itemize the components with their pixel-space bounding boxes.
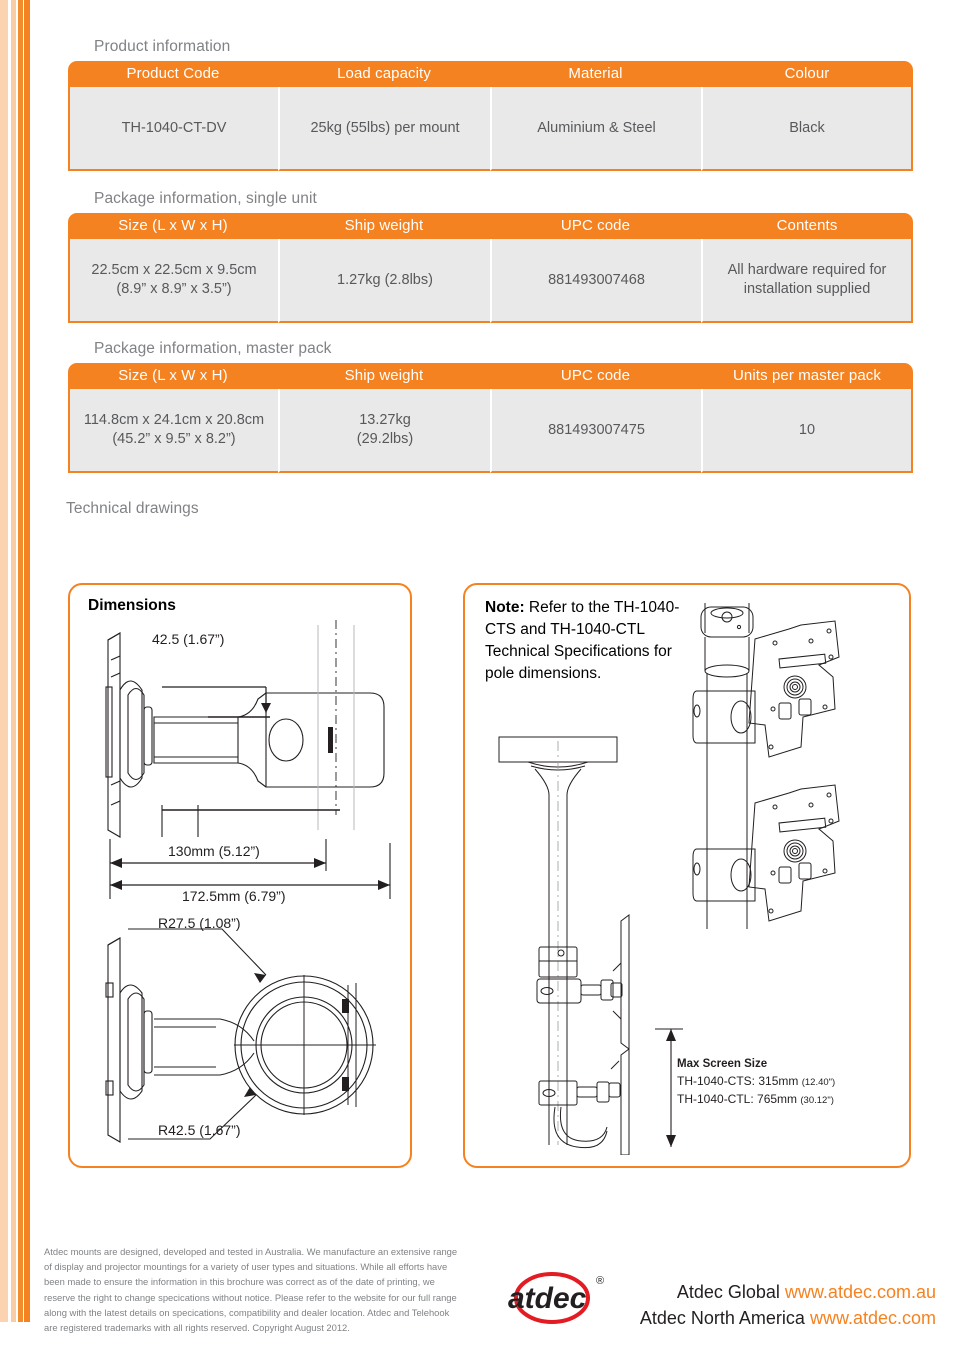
column-header-product-code: Product Code [68, 61, 278, 87]
note-panel: Note: Refer to the TH-1040-CTS and TH-10… [463, 583, 911, 1168]
column-header-upc-code: UPC code [490, 363, 701, 389]
max-screen-ctl-inches: (30.12") [800, 1095, 834, 1106]
cell-ship-weight: 13.27kg (29.2lbs) [278, 389, 490, 473]
package-single-table: Size (L x W x H) Ship weight UPC code Co… [68, 213, 913, 323]
technical-drawings-label: Technical drawings [66, 500, 199, 517]
max-screen-size-line-cts: TH-1040-CTS: 315mm (12.40") [677, 1074, 835, 1088]
product-information-table: Product Code Load capacity Material Colo… [68, 61, 913, 171]
contact-line-north-america: Atdec North America www.atdec.com [560, 1306, 936, 1332]
cell-upc-code: 881493007475 [490, 389, 701, 473]
column-header-upc-code: UPC code [490, 213, 701, 239]
cell-colour: Black [701, 87, 913, 171]
column-header-ship-weight: Ship weight [278, 213, 490, 239]
contact-url-global[interactable]: www.atdec.com.au [785, 1282, 936, 1302]
product-information-label: Product information [94, 38, 231, 55]
note-prefix: Note: [485, 599, 525, 616]
table-row: TH-1040-CT-DV 25kg (55lbs) per mount Alu… [68, 87, 913, 171]
cell-size: 22.5cm x 22.5cm x 9.5cm (8.9” x 8.9” x 3… [68, 239, 278, 323]
cell-upc-code: 881493007468 [490, 239, 701, 323]
dimension-label-radius-inner: R27.5 (1.08”) [158, 915, 241, 931]
vesa-bracket-illustration [692, 603, 840, 929]
max-screen-size-line-ctl: TH-1040-CTL: 765mm (30.12") [677, 1092, 835, 1106]
contact-lines: Atdec Global www.atdec.com.au Atdec Nort… [560, 1280, 936, 1331]
dimensions-panel: Dimensions 42.5 (1.67”) 130mm (5.12”) 17… [68, 583, 412, 1168]
table-header-row: Size (L x W x H) Ship weight UPC code Co… [68, 213, 913, 239]
dimension-label-height-offset: 42.5 (1.67”) [152, 631, 225, 647]
table-header-row: Size (L x W x H) Ship weight UPC code Un… [68, 363, 913, 389]
contact-url-north-america[interactable]: www.atdec.com [810, 1308, 936, 1328]
column-header-units-per-master-pack: Units per master pack [701, 363, 913, 389]
max-screen-cts-inches: (12.40") [801, 1077, 836, 1088]
cell-contents: All hardware required for installation s… [701, 239, 913, 323]
max-screen-size-title: Max Screen Size [677, 1058, 768, 1070]
cell-size: 114.8cm x 24.1cm x 20.8cm (45.2” x 9.5” … [68, 389, 278, 473]
contact-line-global: Atdec Global www.atdec.com.au [560, 1280, 936, 1306]
cell-material: Aluminium & Steel [490, 87, 701, 171]
table-row: 114.8cm x 24.1cm x 20.8cm (45.2” x 9.5” … [68, 389, 913, 473]
table-row: 22.5cm x 22.5cm x 9.5cm (8.9” x 8.9” x 3… [68, 239, 913, 323]
dimension-label-width-outer: 172.5mm (6.79”) [182, 888, 286, 904]
contact-region-north-america: Atdec North America [639, 1307, 805, 1328]
package-master-table: Size (L x W x H) Ship weight UPC code Un… [68, 363, 913, 473]
max-screen-size-block: Max Screen Size TH-1040-CTS: 315mm (12.4… [677, 1058, 835, 1106]
max-screen-ctl-model: TH-1040-CTL: 765mm [677, 1092, 798, 1106]
dimension-label-width-inner: 130mm (5.12”) [168, 843, 260, 859]
package-master-label: Package information, master pack [94, 340, 332, 357]
column-header-colour: Colour [701, 61, 913, 87]
dimensions-panel-title: Dimensions [88, 597, 176, 614]
column-header-contents: Contents [701, 213, 913, 239]
contact-region-global: Atdec Global [676, 1282, 780, 1302]
note-text: Note: Refer to the TH-1040-CTS and TH-10… [485, 597, 700, 685]
column-header-material: Material [490, 61, 701, 87]
cell-ship-weight: 1.27kg (2.8lbs) [278, 239, 490, 323]
cell-product-code: TH-1040-CT-DV [68, 87, 278, 171]
table-header-row: Product Code Load capacity Material Colo… [68, 61, 913, 87]
package-single-label: Package information, single unit [94, 190, 317, 207]
cell-load-capacity: 25kg (55lbs) per mount [278, 87, 490, 171]
column-header-load-capacity: Load capacity [278, 61, 490, 87]
disclaimer-text: Atdec mounts are designed, developed and… [44, 1246, 458, 1334]
dimension-label-radius-outer: R42.5 (1.67”) [158, 1122, 241, 1138]
column-header-ship-weight: Ship weight [278, 363, 490, 389]
cell-units-per-master-pack: 10 [701, 389, 913, 473]
column-header-size: Size (L x W x H) [68, 363, 278, 389]
column-header-size: Size (L x W x H) [68, 213, 278, 239]
max-screen-cts-model: TH-1040-CTS: 315mm [677, 1074, 799, 1088]
